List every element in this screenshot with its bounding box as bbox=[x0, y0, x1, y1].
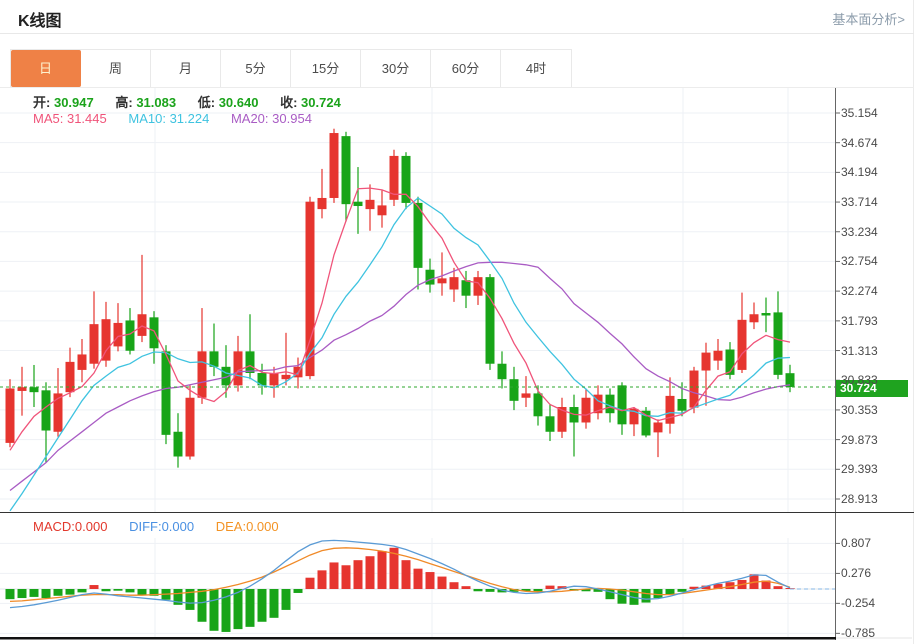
price-tick-label: 31.313 bbox=[841, 344, 878, 358]
price-tick-label: 30.353 bbox=[841, 403, 878, 417]
tab-15min[interactable]: 15分 bbox=[291, 50, 361, 87]
tab-4hour[interactable]: 4时 bbox=[501, 50, 571, 87]
tab-week[interactable]: 周 bbox=[81, 50, 151, 87]
price-tick-label: 33.714 bbox=[841, 195, 878, 209]
tab-month[interactable]: 月 bbox=[151, 50, 221, 87]
price-tick-label: 33.234 bbox=[841, 225, 878, 239]
price-tick-label: 29.873 bbox=[841, 433, 878, 447]
macd-legend: MACD:0.000 DIFF:0.000 DEA:0.000 bbox=[33, 519, 297, 534]
header-divider bbox=[0, 33, 914, 34]
page-title: K线图 bbox=[18, 7, 62, 31]
price-tick-label: 30.833 bbox=[841, 373, 878, 387]
price-tick-label: 35.154 bbox=[841, 106, 878, 120]
tab-30min[interactable]: 30分 bbox=[361, 50, 431, 87]
tab-day[interactable]: 日 bbox=[11, 50, 81, 87]
main-chart-area[interactable] bbox=[0, 88, 835, 512]
interval-tabbar: 日 周 月 5分 15分 30分 60分 4时 bbox=[10, 49, 572, 88]
tab-5min[interactable]: 5分 bbox=[221, 50, 291, 87]
macd-value-legend: MACD:0.000 bbox=[33, 519, 107, 534]
macd-tick-label: -0.785 bbox=[841, 626, 875, 640]
macd-tick-label: 0.807 bbox=[841, 536, 871, 550]
diff-value-legend: DIFF:0.000 bbox=[129, 519, 194, 534]
price-tick-label: 28.913 bbox=[841, 492, 878, 506]
price-tick-label: 29.393 bbox=[841, 462, 878, 476]
kline-widget: K线图 基本面分析> 日 周 月 5分 15分 30分 60分 4时 开: 30… bbox=[0, 0, 914, 644]
price-tick-label: 32.274 bbox=[841, 284, 878, 298]
price-tick-label: 31.793 bbox=[841, 314, 878, 328]
macd-tick-label: -0.254 bbox=[841, 596, 875, 610]
tab-60min[interactable]: 60分 bbox=[431, 50, 501, 87]
dea-value-legend: DEA:0.000 bbox=[216, 519, 279, 534]
macd-chart-area[interactable] bbox=[0, 538, 835, 638]
price-tick-label: 34.194 bbox=[841, 165, 878, 179]
fundamental-analysis-link[interactable]: 基本面分析> bbox=[832, 9, 905, 28]
macd-tick-label: 0.276 bbox=[841, 566, 871, 580]
price-tick-label: 34.674 bbox=[841, 136, 878, 150]
price-tick-label: 32.754 bbox=[841, 254, 878, 268]
